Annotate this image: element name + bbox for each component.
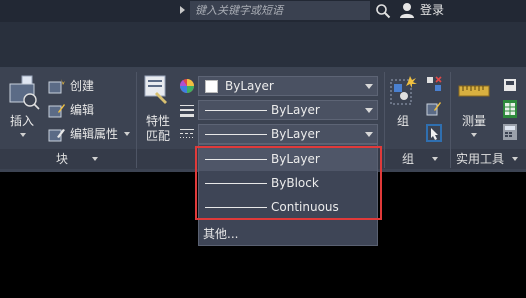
measure-button-label[interactable]: 测量 xyxy=(462,114,486,128)
panel-separator xyxy=(136,72,137,168)
chevron-down-icon[interactable] xyxy=(365,108,373,113)
color-swatch xyxy=(205,80,218,93)
lineweight-icon[interactable] xyxy=(179,102,195,118)
search-input[interactable]: 键入关键字或短语 xyxy=(190,1,370,20)
lineweight-combo-value: ByLayer xyxy=(271,103,320,117)
linetype-combo-value: ByLayer xyxy=(271,127,320,141)
edit-attributes-label[interactable]: 编辑属性 xyxy=(70,127,118,141)
color-wheel-icon[interactable] xyxy=(179,78,195,94)
create-block-label[interactable]: 创建 xyxy=(70,79,94,93)
group-panel-title[interactable]: 组 xyxy=(402,152,414,166)
insert-block-icon[interactable] xyxy=(8,74,42,110)
match-properties-label-line2[interactable]: 匹配 xyxy=(146,129,170,143)
highlight-annotation-box xyxy=(195,146,382,220)
match-properties-label-line1[interactable]: 特性 xyxy=(146,114,170,128)
group-icon[interactable] xyxy=(388,74,418,108)
group-panel-expand-caret-icon[interactable] xyxy=(432,157,438,161)
chevron-down-icon[interactable] xyxy=(365,84,373,89)
block-panel-title[interactable]: 块 xyxy=(56,152,68,166)
search-expand-arrow-icon[interactable] xyxy=(180,6,185,14)
color-combo[interactable]: ByLayer xyxy=(198,76,378,96)
panel-separator xyxy=(450,72,451,168)
edit-attributes-icon[interactable] xyxy=(48,126,66,142)
measure-dropdown-caret-icon[interactable] xyxy=(471,133,477,137)
color-combo-value: ByLayer xyxy=(225,79,274,93)
insert-button-label[interactable]: 插入 xyxy=(10,114,34,128)
block-panel-expand-caret-icon[interactable] xyxy=(92,157,98,161)
linetype-other-option[interactable]: 其他... xyxy=(203,227,238,241)
group-edit-icon[interactable] xyxy=(426,100,442,116)
title-bar: 键入关键字或短语 登录 xyxy=(0,0,526,22)
create-block-icon[interactable] xyxy=(48,78,66,94)
edit-block-icon[interactable] xyxy=(48,102,66,118)
search-icon[interactable] xyxy=(375,3,391,19)
group-button-label[interactable]: 组 xyxy=(397,114,409,128)
linetype-icon[interactable] xyxy=(179,126,195,142)
insert-dropdown-caret-icon[interactable] xyxy=(20,133,26,137)
ungroup-icon[interactable] xyxy=(426,76,442,92)
lineweight-combo[interactable]: ByLayer xyxy=(198,100,378,120)
match-properties-icon[interactable] xyxy=(143,74,171,108)
edit-attributes-dropdown-caret-icon[interactable] xyxy=(124,132,130,136)
login-link[interactable]: 登录 xyxy=(420,2,444,19)
edit-block-label[interactable]: 编辑 xyxy=(70,103,94,117)
utilities-panel-title[interactable]: 实用工具 xyxy=(456,152,504,166)
linetype-combo[interactable]: ByLayer xyxy=(198,124,378,144)
ribbon-tab-strip xyxy=(0,22,526,68)
panel-separator xyxy=(384,72,385,168)
calculator-icon[interactable] xyxy=(503,124,517,140)
chevron-down-icon[interactable] xyxy=(365,132,373,137)
user-icon[interactable] xyxy=(399,2,415,19)
group-select-toggle-icon[interactable] xyxy=(426,124,442,142)
id-point-icon[interactable] xyxy=(503,78,517,92)
measure-ruler-icon[interactable] xyxy=(458,80,490,102)
utilities-panel-expand-caret-icon[interactable] xyxy=(512,157,518,161)
linetype-preview-line xyxy=(205,134,267,135)
spreadsheet-icon[interactable] xyxy=(503,100,517,118)
lineweight-preview-line xyxy=(205,110,267,111)
